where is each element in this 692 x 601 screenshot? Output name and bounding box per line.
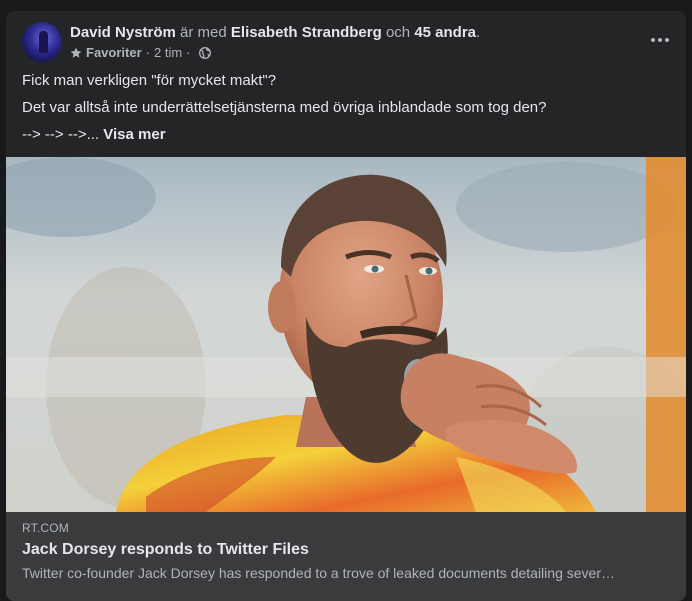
post-text-line-1: Fick man verkligen "för mycket makt"? bbox=[22, 72, 277, 89]
truncated-text: --> --> -->... bbox=[22, 126, 100, 143]
with-text: är med bbox=[180, 24, 227, 41]
more-options-icon bbox=[651, 38, 655, 42]
separator-dot: · bbox=[186, 45, 191, 60]
globe-icon bbox=[198, 47, 211, 59]
link-preview-image[interactable] bbox=[6, 157, 686, 512]
post-header: David Nyström är med Elisabeth Strandber… bbox=[22, 22, 480, 62]
link-description: Twitter co-founder Jack Dorsey has respo… bbox=[22, 565, 615, 581]
favorites-label[interactable]: Favoriter bbox=[86, 45, 142, 61]
more-options-icon bbox=[658, 38, 662, 42]
period-text: . bbox=[476, 24, 481, 41]
separator-dot: · bbox=[145, 45, 150, 60]
post-time-link[interactable]: 2 tim bbox=[154, 45, 182, 61]
author-avatar[interactable] bbox=[22, 22, 62, 62]
post-meta: David Nyström är med Elisabeth Strandber… bbox=[70, 23, 480, 61]
post-subline: Favoriter · 2 tim · bbox=[70, 45, 480, 61]
post-text-line-2: Det var alltså inte underrättelsetjänste… bbox=[22, 99, 547, 116]
see-more-link[interactable]: Visa mer bbox=[103, 126, 165, 143]
post-body: Fick man verkligen "för mycket makt"? De… bbox=[22, 71, 672, 144]
tagged-person-link[interactable]: Elisabeth Strandberg bbox=[231, 24, 382, 41]
star-icon bbox=[70, 47, 82, 58]
more-options-icon bbox=[665, 38, 669, 42]
author-name-link[interactable]: David Nyström bbox=[70, 24, 176, 41]
post-author-line: David Nyström är med Elisabeth Strandber… bbox=[70, 23, 480, 42]
more-options-button[interactable] bbox=[644, 28, 676, 52]
feed-post: David Nyström är med Elisabeth Strandber… bbox=[6, 11, 686, 601]
link-title[interactable]: Jack Dorsey responds to Twitter Files bbox=[22, 541, 309, 559]
post-text-line-3: --> --> -->... Visa mer bbox=[22, 125, 672, 144]
portrait-photo bbox=[6, 157, 686, 512]
and-text: och bbox=[385, 24, 411, 41]
others-link[interactable]: 45 andra bbox=[414, 24, 476, 41]
link-domain: RT.COM bbox=[22, 521, 69, 535]
